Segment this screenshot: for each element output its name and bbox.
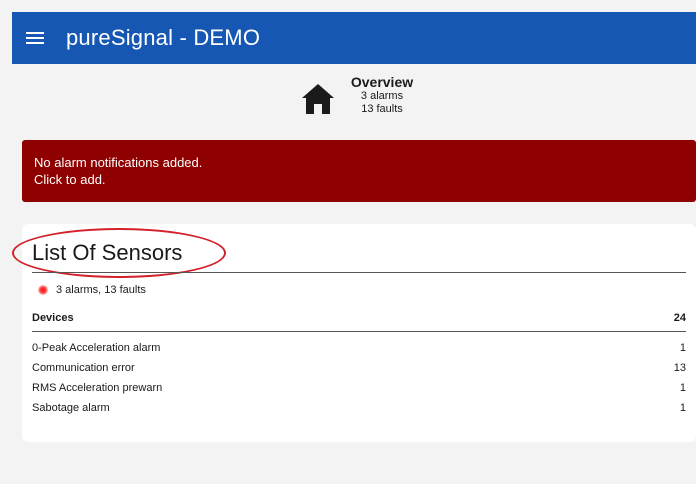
title-divider xyxy=(32,272,686,273)
row-name: Sabotage alarm xyxy=(32,402,110,414)
sensors-status-text: 3 alarms, 13 faults xyxy=(56,284,146,296)
banner-line-1: No alarm notifications added. xyxy=(34,155,203,170)
header-devices: Devices xyxy=(32,311,74,324)
app-title: pureSignal - DEMO xyxy=(66,25,261,50)
table-row[interactable]: Sabotage alarm 1 xyxy=(32,398,686,418)
sensors-table: Devices 24 0-Peak Acceleration alarm 1 C… xyxy=(32,310,686,418)
overview-title: Overview xyxy=(350,74,414,90)
banner-line-2: Click to add. xyxy=(34,172,106,187)
row-count: 1 xyxy=(679,342,686,354)
table-row[interactable]: RMS Acceleration prewarn 1 xyxy=(32,378,686,398)
app-bar: pureSignal - DEMO xyxy=(12,12,696,64)
sensors-status: 3 alarms, 13 faults xyxy=(38,284,146,296)
table-row[interactable]: 0-Peak Acceleration alarm 1 xyxy=(32,338,686,358)
row-name: Communication error xyxy=(32,362,135,374)
alarm-status-dot xyxy=(38,285,48,295)
row-count: 13 xyxy=(673,362,686,374)
home-icon xyxy=(302,84,334,114)
row-count: 1 xyxy=(679,402,686,414)
hamburger-icon[interactable] xyxy=(26,32,44,44)
table-row[interactable]: Communication error 13 xyxy=(32,358,686,378)
overview-button[interactable]: Overview 3 alarms 13 faults xyxy=(300,72,460,124)
row-count: 1 xyxy=(679,382,686,394)
table-header: Devices 24 xyxy=(32,310,686,332)
row-name: RMS Acceleration prewarn xyxy=(32,382,163,394)
row-name: 0-Peak Acceleration alarm xyxy=(32,342,161,354)
sensors-card: List Of Sensors 3 alarms, 13 faults Devi… xyxy=(12,224,696,442)
overview-alarms: 3 alarms xyxy=(360,90,404,102)
alarm-notification-banner[interactable]: No alarm notifications added. Click to a… xyxy=(22,140,696,202)
sensors-title: List Of Sensors xyxy=(32,240,183,265)
overview-faults: 13 faults xyxy=(361,103,403,115)
overview-text: Overview 3 alarms 13 faults xyxy=(344,74,420,116)
header-count: 24 xyxy=(673,311,686,324)
